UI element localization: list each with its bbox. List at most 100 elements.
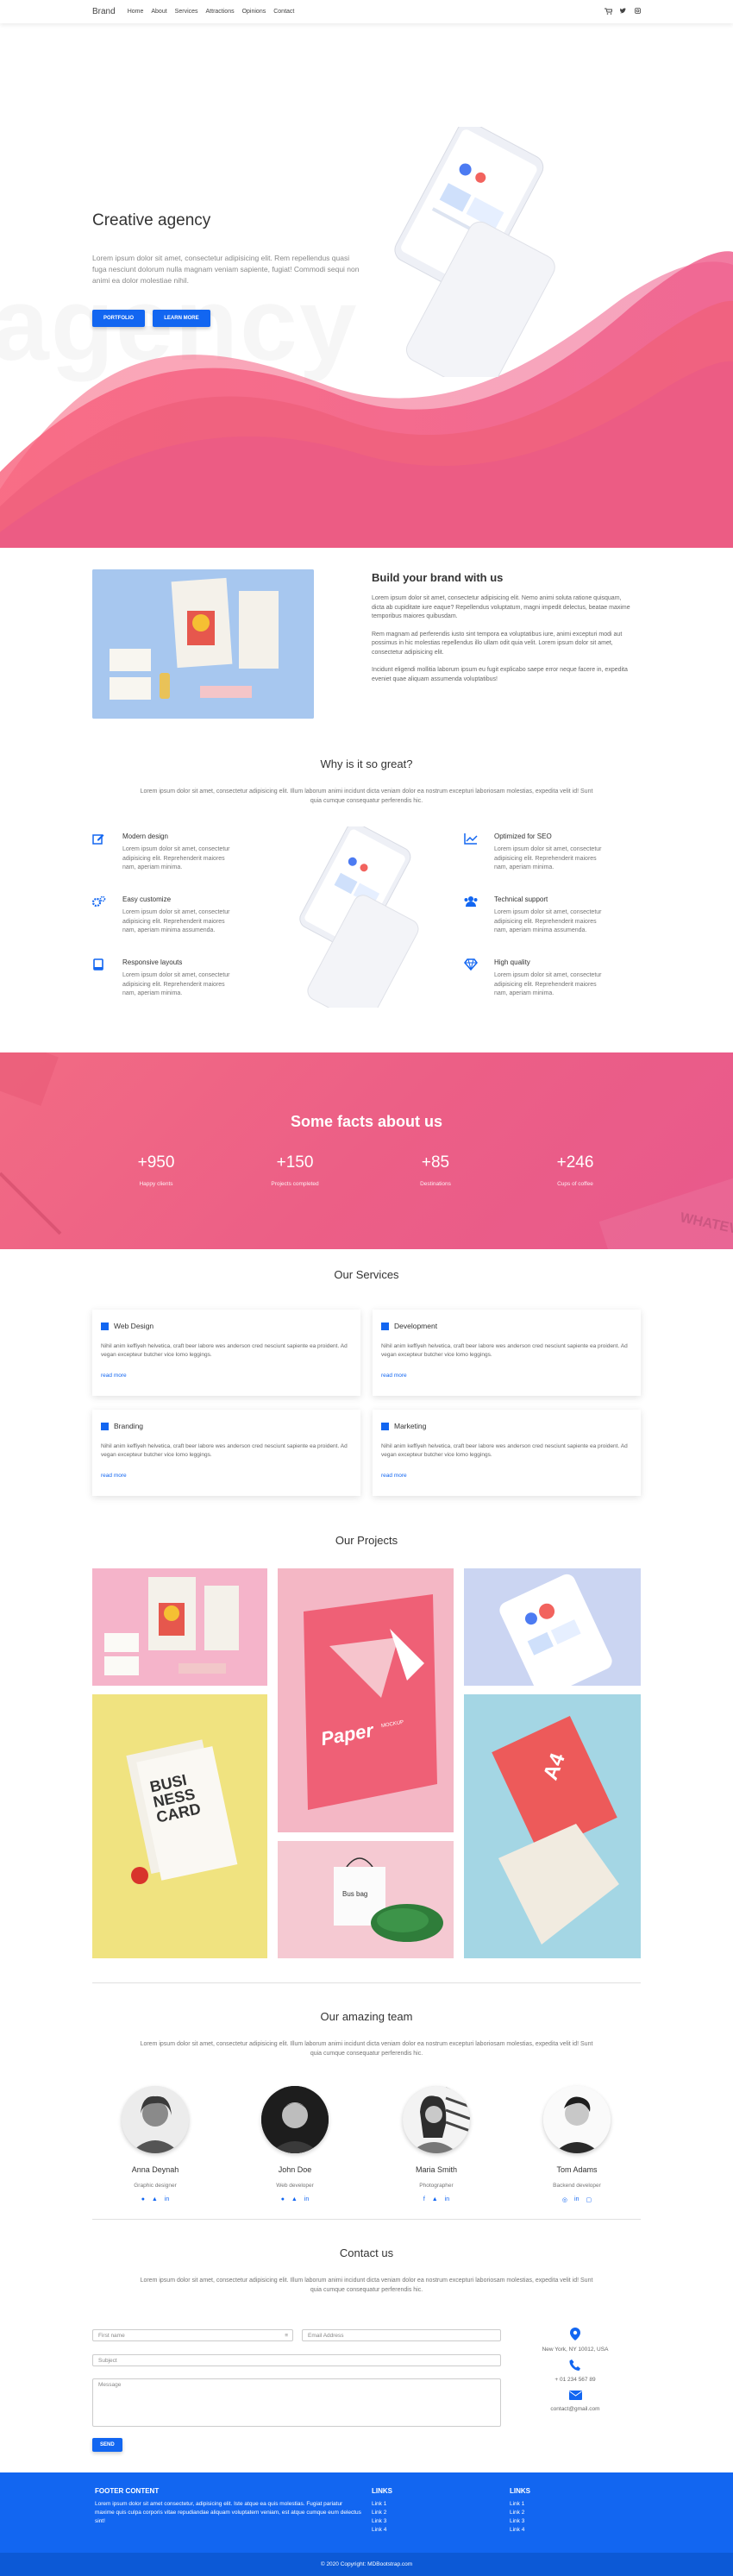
footer-link[interactable]: Link 2 [510,2509,530,2517]
footer-link[interactable]: Link 2 [372,2509,392,2517]
project-business-card[interactable]: BUSI NESS CARD [92,1694,267,1958]
navbar: Brand Home About Services Attractions Op… [0,0,733,23]
first-name-input[interactable]: First name ≡ [92,2329,293,2341]
feature-text: Lorem ipsum dolor sit amet, consectetur … [122,972,230,996]
email-text: contact@gmail.com [550,2406,600,2412]
send-button[interactable]: SEND [92,2438,122,2452]
member-name: Maria Smith [415,2165,457,2174]
instagram-icon[interactable] [635,8,641,16]
footer-link[interactable]: Link 3 [510,2517,530,2526]
twitter-icon[interactable]: ▲ [152,2196,158,2202]
footer-link[interactable]: Link 3 [372,2517,392,2526]
phone-icon [523,2359,627,2373]
feature-modern-design: Modern design Lorem ipsum dolor sit amet… [92,832,235,873]
copyright: © 2020 Copyright: MDBootstrap.com [0,2553,733,2576]
brand-paragraph-3: Incidunt eligendi mollitia laborum ipsum… [372,667,628,682]
member-name: John Doe [278,2165,312,2174]
footer-link[interactable]: Link 1 [372,2500,392,2509]
instagram-icon[interactable]: ▢ [586,2196,592,2203]
nav-link-services[interactable]: Services [175,9,198,15]
feature-title: Modern design [122,832,168,840]
hero-title: Creative agency [92,211,211,229]
project-brand-stationery[interactable] [92,1568,267,1686]
team-subtitle: Lorem ipsum dolor sit amet, consectetur … [140,2041,593,2057]
fact-number: +950 [137,1153,175,1172]
service-card-web-design: Web Design Nihil anim keffiyeh helvetica… [92,1310,360,1396]
portfolio-button[interactable]: PORTFOLIO [92,310,145,328]
dribbble-icon[interactable]: ◎ [562,2196,567,2203]
address-text: New York, NY 10012, USA [542,2347,609,2353]
service-card-branding: Branding Nihil anim keffiyeh helvetica, … [92,1410,360,1496]
pencil-icon [92,832,106,846]
shopping-cart-icon[interactable] [605,8,613,16]
twitter-icon[interactable]: ▲ [291,2196,298,2202]
linkedin-icon[interactable]: in [165,2196,169,2202]
square-icon [381,1322,389,1330]
nav-link-attractions[interactable]: Attractions [206,9,235,15]
hero-section: agency Creative agency Lorem ipsum dolor… [0,23,733,548]
footer-text: Lorem ipsum dolor sit amet consectetur, … [95,2501,361,2524]
nav-link-contact[interactable]: Contact [273,9,294,15]
member-social: ● ▲ in [103,2196,207,2202]
service-card-marketing: Marketing Nihil anim keffiyeh helvetica,… [373,1410,641,1496]
nav-link-about[interactable]: About [151,9,166,15]
phone-text: + 01 234 567 89 [554,2377,596,2383]
learn-more-button[interactable]: LEARN MORE [153,310,210,328]
member-name: Tom Adams [556,2165,598,2174]
team-section: Our amazing team Lorem ipsum dolor sit a… [0,2010,733,2203]
hero-content: Creative agency Lorem ipsum dolor sit am… [92,211,377,328]
service-text: Nihil anim keffiyeh helvetica, craft bee… [381,1443,628,1459]
project-paper-mockup[interactable]: Paper MOCKUP [278,1568,454,1832]
footer-links-title: LINKS [510,2487,530,2495]
message-textarea[interactable]: Message [92,2378,501,2427]
member-social: f ▲ in [385,2196,488,2202]
linkedin-icon[interactable]: in [445,2196,449,2202]
nav-link-opinions[interactable]: Opinions [242,9,266,15]
team-member-tom: Tom Adams Backend developer ◎ in ▢ [525,2086,629,2203]
feature-title: Technical support [494,895,548,903]
footer: FOOTER CONTENT Lorem ipsum dolor sit ame… [0,2472,733,2576]
project-a4-brochure[interactable]: A4 [464,1694,641,1958]
read-more-link[interactable]: read more [381,1373,407,1379]
footer-link[interactable]: Link 4 [372,2526,392,2535]
feature-easy-customize: Easy customize Lorem ipsum dolor sit ame… [91,895,235,936]
brand-logo[interactable]: Brand [92,7,116,16]
fact-number: +246 [556,1153,594,1172]
nav-link-home[interactable]: Home [128,9,144,15]
input-menu-icon: ≡ [285,2333,288,2339]
service-text: Nihil anim keffiyeh helvetica, craft bee… [381,1343,628,1359]
square-icon [381,1422,389,1430]
email-input[interactable]: Email Address [302,2329,501,2341]
linkedin-icon[interactable]: in [574,2196,579,2203]
footer-links-1: LINKS Link 1 Link 2 Link 3 Link 4 [372,2487,392,2535]
read-more-link[interactable]: read more [101,1473,127,1479]
twitter-icon[interactable] [620,8,627,16]
read-more-link[interactable]: read more [101,1373,127,1379]
feature-title: Easy customize [122,895,172,903]
project-shopping-bag[interactable]: Bus bag [278,1841,454,1958]
github-icon[interactable]: ● [281,2196,285,2202]
feature-high-quality: High quality Lorem ipsum dolor sit amet,… [464,958,606,999]
avatar [261,2086,329,2153]
service-card-development: Development Nihil anim keffiyeh helvetic… [373,1310,641,1396]
footer-link[interactable]: Link 4 [510,2526,530,2535]
twitter-icon[interactable]: ▲ [432,2196,438,2202]
fact-number: +150 [276,1153,314,1172]
fact-number: +85 [421,1153,450,1172]
read-more-link[interactable]: read more [381,1473,407,1479]
linkedin-icon[interactable]: in [304,2196,309,2202]
feature-text: Lorem ipsum dolor sit amet, consectetur … [494,846,602,870]
service-text: Nihil anim keffiyeh helvetica, craft bee… [101,1443,348,1459]
service-title: Development [394,1322,438,1330]
team-member-maria: Maria Smith Photographer f ▲ in [385,2086,488,2202]
feature-text: Lorem ipsum dolor sit amet, consectetur … [122,846,230,870]
contact-title: Contact us [339,2246,394,2259]
subject-input[interactable]: Subject [92,2354,501,2366]
facebook-icon[interactable]: f [423,2196,425,2202]
footer-link[interactable]: Link 1 [510,2500,530,2509]
project-phone-app[interactable] [464,1568,641,1686]
github-icon[interactable]: ● [141,2196,145,2202]
feature-technical-support: Technical support Lorem ipsum dolor sit … [464,895,606,936]
brand-text: Build your brand with us Lorem ipsum dol… [372,571,630,693]
fact-label: Happy clients [139,1181,173,1187]
